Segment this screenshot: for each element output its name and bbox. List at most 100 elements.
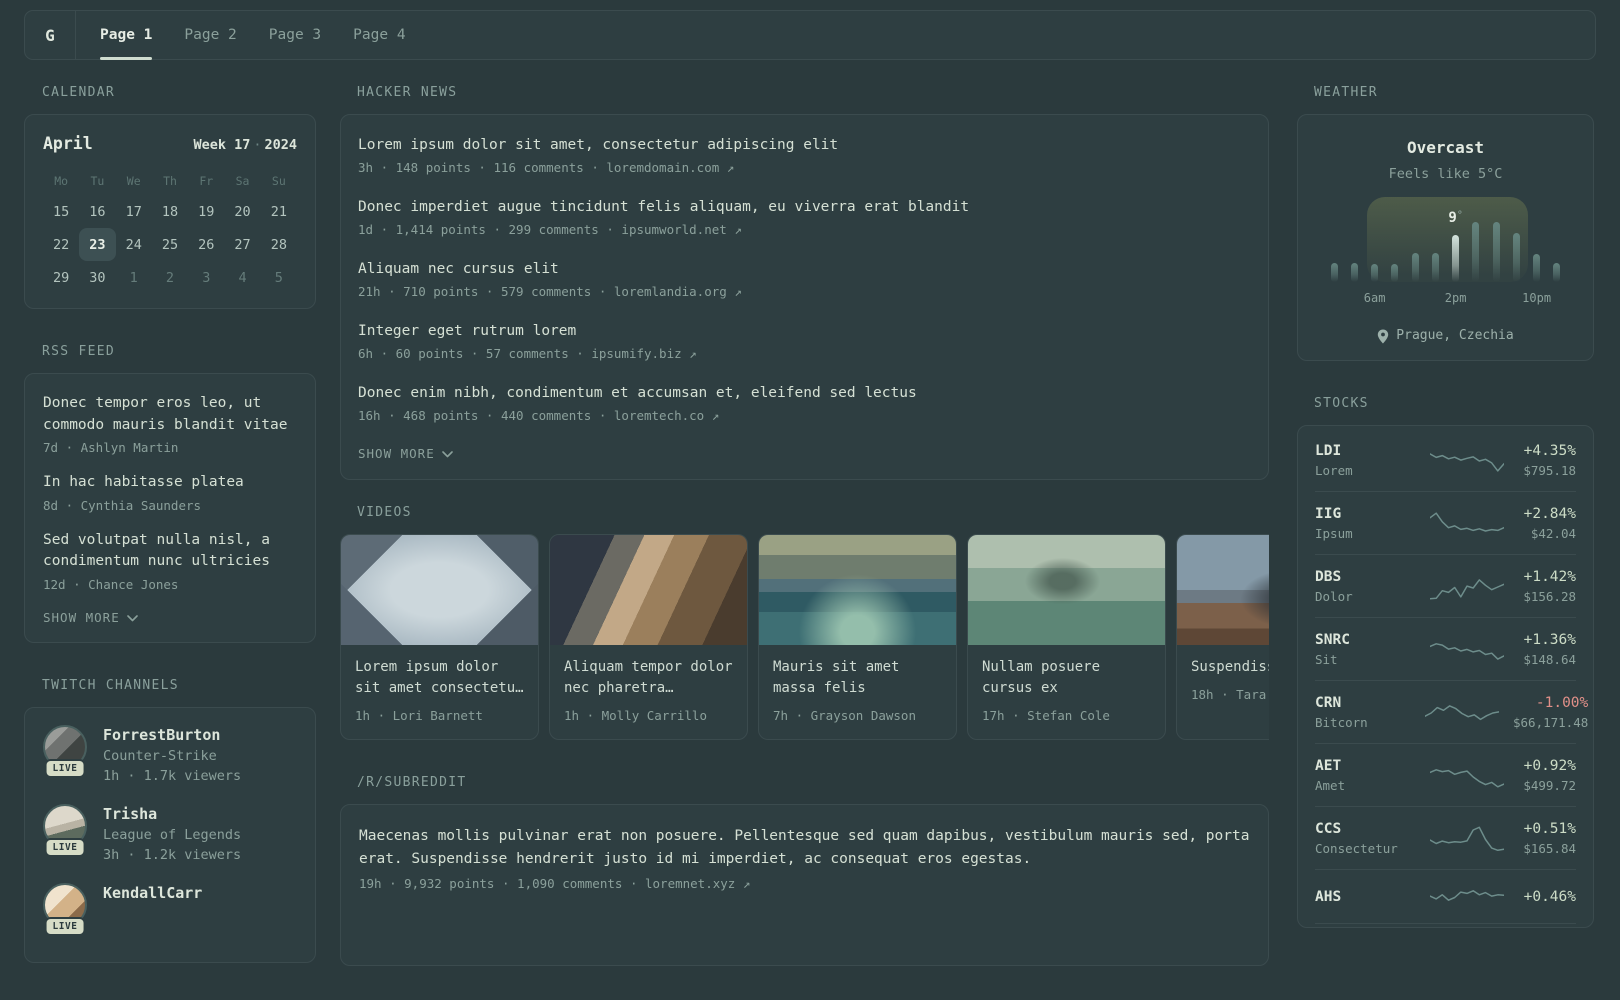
external-link-icon: ↗	[726, 160, 735, 175]
weather-location: Prague, Czechia	[1312, 328, 1579, 344]
live-badge: LIVE	[44, 837, 86, 857]
video-card[interactable]: Nullam posuere cursus ex 17h · Stefan Co…	[967, 534, 1166, 740]
twitch-channel-row[interactable]: LIVE KendallCarr	[43, 882, 297, 936]
subreddit-post-title[interactable]: Maecenas mollis pulvinar erat non posuer…	[359, 825, 1250, 870]
stock-change-percent: +1.42%	[1523, 569, 1576, 585]
calendar-day-grid: 15 16 17 18 19 20 21 22 23 24 25 26 27 28 29 30 1 2 3 4 5	[43, 195, 297, 294]
video-title[interactable]: Aliquam tempor dolor nec pharetra…	[564, 657, 733, 699]
stock-price: $156.28	[1523, 589, 1576, 604]
stock-name: Lorem	[1315, 463, 1353, 478]
hackernews-item: Aliquam nec cursus elit 21h · 710 points…	[358, 259, 1251, 301]
video-title[interactable]: Lorem ipsum dolor sit amet consectetu…	[355, 657, 524, 699]
video-title[interactable]: Mauris sit amet massa felis	[773, 657, 942, 699]
hackernews-item-domain-link[interactable]: loremtech.co	[614, 408, 704, 423]
external-link-icon: ↗	[742, 876, 751, 891]
video-meta: 18h · Tara	[1191, 687, 1267, 702]
stock-row[interactable]: SNRC Sit +1.36% $148.64	[1315, 618, 1576, 681]
page-tab[interactable]: Page 3	[269, 11, 321, 59]
stock-row[interactable]: AHS +0.46%	[1315, 870, 1576, 924]
hackernews-item-title[interactable]: Integer eget rutrum lorem	[358, 321, 1251, 341]
twitch-channel-name[interactable]: Trisha	[103, 804, 241, 825]
hackernews-item-domain-link[interactable]: loremlandia.org	[614, 284, 727, 299]
twitch-channel-row[interactable]: LIVE Trisha League of Legends 3h · 1.2k …	[43, 803, 297, 865]
video-title[interactable]: Suspendisse diam	[1191, 657, 1269, 678]
stock-sparkline-wrap	[1425, 882, 1524, 912]
dot-separator: ·	[598, 408, 607, 423]
hackernews-item-domain-link[interactable]: ipsumify.biz	[591, 346, 681, 361]
stock-row[interactable]: CRN Bitcorn -1.00% $66,171.48	[1315, 681, 1588, 744]
rss-item-meta: 12d · Chance Jones	[43, 576, 179, 592]
stock-row[interactable]: CCS Consectetur +0.51% $165.84	[1315, 807, 1576, 870]
weather-heading: WEATHER	[1314, 85, 1378, 100]
hackernews-item-meta: 1d · 1,414 points · 299 comments · ipsum…	[358, 221, 1251, 239]
stock-row[interactable]: IIG Ipsum +2.84% $42.04	[1315, 492, 1576, 555]
weather-hour-bar	[1527, 254, 1547, 282]
video-card[interactable]: Mauris sit amet massa felis 7h · Grayson…	[758, 534, 957, 740]
subreddit-post-domain-link[interactable]: loremnet.xyz	[645, 876, 735, 891]
stock-sparkline-chart	[1430, 642, 1505, 660]
videos-row: Lorem ipsum dolor sit amet consectetu… 1…	[340, 534, 1269, 740]
stock-row[interactable]: LDI Lorem +4.35% $795.18	[1315, 429, 1576, 492]
video-thumbnail[interactable]	[1177, 535, 1269, 645]
page-tabs: Page 1 Page 2 Page 3 Page 4	[76, 11, 406, 60]
hackernews-item-title[interactable]: Lorem ipsum dolor sit amet, consectetur …	[358, 135, 1251, 155]
stock-change-percent: +0.46%	[1523, 889, 1576, 905]
app-logo[interactable]: G	[25, 11, 76, 59]
page-tab[interactable]: Page 1	[100, 11, 153, 60]
video-thumbnail[interactable]	[968, 535, 1165, 645]
video-card-body: Lorem ipsum dolor sit amet consectetu… 1…	[341, 645, 538, 739]
twitch-channel-name[interactable]: KendallCarr	[103, 883, 202, 904]
hackernews-item-title[interactable]: Aliquam nec cursus elit	[358, 259, 1251, 279]
video-card[interactable]: Suspendisse diam 18h · Tara	[1176, 534, 1269, 740]
video-thumbnail[interactable]	[341, 535, 538, 645]
weather-chart: 6am 2pm 10pm 9°	[1324, 197, 1567, 305]
calendar-day: 5	[274, 269, 283, 286]
location-pin-icon	[1378, 329, 1389, 343]
video-card[interactable]: Aliquam tempor dolor nec pharetra… 1h · …	[549, 534, 748, 740]
stock-id: IIG Ipsum	[1315, 504, 1425, 543]
video-title[interactable]: Nullam posuere cursus ex	[982, 657, 1151, 699]
external-link-icon: ↗	[734, 222, 742, 237]
stock-symbol: CCS	[1315, 821, 1342, 837]
stock-sparkline-chart	[1430, 452, 1505, 472]
hackernews-item-title[interactable]: Donec enim nibh, condimentum et accumsan…	[358, 383, 1251, 403]
video-thumbnail[interactable]	[759, 535, 956, 645]
twitch-channel-row[interactable]: LIVE ForrestBurton Counter-Strike 1h · 1…	[43, 724, 297, 786]
calendar-day: 25	[161, 236, 179, 253]
page-tab[interactable]: Page 2	[184, 11, 236, 59]
external-link-icon: ↗	[689, 346, 697, 361]
rss-show-more-button[interactable]: SHOW MORE	[43, 609, 297, 627]
rss-item-title[interactable]: In hac habitasse platea	[43, 472, 297, 494]
calendar-day: 27	[234, 236, 251, 253]
hackernews-item-title[interactable]: Donec imperdiet augue tincidunt felis al…	[358, 197, 1251, 217]
video-thumbnail[interactable]	[550, 535, 747, 645]
calendar-day: 1	[129, 269, 138, 286]
stock-change-percent: -1.00%	[1535, 695, 1589, 711]
hackernews-item-domain-link[interactable]: ipsumworld.net	[621, 222, 726, 237]
weather-widget: WEATHER Overcast Feels like 5°C 6am 2pm 10…	[1297, 84, 1594, 361]
hackernews-item-stats: 3h · 148 points · 116 comments	[358, 160, 584, 175]
twitch-heading: TWITCH CHANNELS	[42, 677, 179, 693]
stock-row[interactable]: AET Amet +0.92% $499.72	[1315, 744, 1576, 807]
hackernews-item-meta: 6h · 60 points · 57 comments · ipsumify.…	[358, 345, 1251, 363]
page-tab[interactable]: Page 4	[353, 11, 405, 59]
stock-id: DBS Dolor	[1315, 567, 1425, 606]
video-card-body: Nullam posuere cursus ex 17h · Stefan Co…	[968, 645, 1165, 739]
stock-row[interactable]: DBS Dolor +1.42% $156.28	[1315, 555, 1576, 618]
stock-sparkline-wrap	[1425, 761, 1523, 791]
stock-sparkline-wrap	[1425, 698, 1513, 728]
rss-item-title[interactable]: Sed volutpat nulla nisl, a condimentum n…	[43, 530, 297, 573]
stock-id: AHS	[1315, 887, 1425, 907]
stock-sparkline-chart	[1430, 511, 1505, 532]
rss-item-title[interactable]: Donec tempor eros leo, ut commodo mauris…	[43, 393, 297, 436]
weather-time-label: 6am	[1363, 291, 1386, 305]
hackernews-item-domain-link[interactable]: loremdomain.com	[606, 160, 719, 175]
twitch-channel-name[interactable]: ForrestBurton	[103, 725, 241, 746]
dot-separator: ·	[576, 346, 584, 361]
hackernews-show-more-button[interactable]: SHOW MORE	[358, 445, 1251, 463]
page-tab-label: Page 3	[268, 27, 322, 43]
calendar-weekday: Th	[163, 174, 177, 188]
video-card-body: Aliquam tempor dolor nec pharetra… 1h · …	[550, 645, 747, 739]
calendar-day: 3	[202, 269, 211, 286]
video-card[interactable]: Lorem ipsum dolor sit amet consectetu… 1…	[340, 534, 539, 740]
